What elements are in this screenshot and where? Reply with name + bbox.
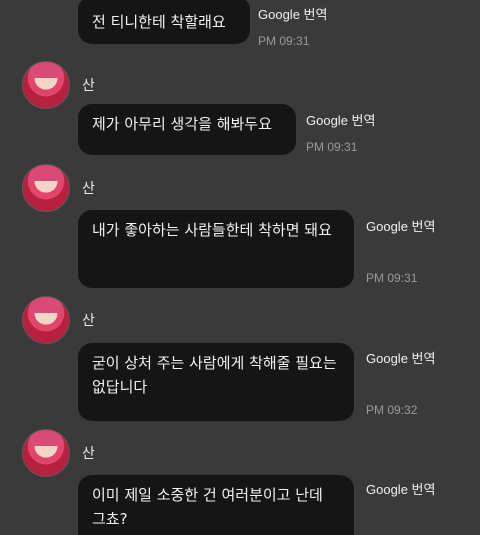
message-time: PM 09:31	[366, 271, 418, 285]
google-translate-link[interactable]: Google 번역	[366, 216, 435, 235]
sender-row: 산	[22, 429, 95, 477]
avatar[interactable]	[22, 429, 70, 477]
sender-name: 산	[82, 78, 95, 94]
message-text: 굳이 상처 주는 사람에게 착해줄 필요는 없답니다	[92, 354, 337, 396]
sender-row: 산	[22, 164, 95, 212]
avatar[interactable]	[22, 61, 70, 109]
message-text: 이미 제일 소중한 건 여러분이고 난데 그쵸?	[92, 486, 323, 528]
google-translate-link[interactable]: Google 번역	[306, 110, 375, 129]
translate-label: Google 번역	[306, 113, 376, 128]
message-bubble[interactable]: 내가 좋아하는 사람들한테 착하면 돼요	[78, 210, 354, 288]
message-time: PM 09:32	[366, 403, 418, 417]
translate-label: Google 번역	[366, 482, 436, 497]
sender-name: 산	[82, 446, 95, 462]
google-translate-link[interactable]: Google 번역	[258, 4, 327, 23]
google-translate-link[interactable]: Google 번역	[366, 348, 435, 367]
message-text: 제가 아무리 생각을 해봐두요	[92, 115, 272, 133]
sender-name: 산	[82, 313, 95, 329]
sender-name: 산	[82, 181, 95, 197]
message-text: 내가 좋아하는 사람들한테 착하면 돼요	[92, 221, 332, 239]
translate-label: Google 번역	[366, 351, 436, 366]
avatar[interactable]	[22, 164, 70, 212]
message-text: 전 티니한테 착할래요	[92, 13, 226, 31]
sender-row: 산	[22, 61, 95, 109]
message-bubble[interactable]: 전 티니한테 착할래요	[78, 0, 250, 44]
message-bubble[interactable]: 이미 제일 소중한 건 여러분이고 난데 그쵸?	[78, 475, 354, 535]
translate-label: Google 번역	[258, 7, 328, 22]
message-bubble[interactable]: 제가 아무리 생각을 해봐두요	[78, 104, 296, 155]
message-time: PM 09:31	[306, 140, 358, 154]
avatar[interactable]	[22, 296, 70, 344]
message-time: PM 09:31	[258, 34, 310, 48]
google-translate-link[interactable]: Google 번역	[366, 479, 435, 498]
translate-label: Google 번역	[366, 219, 436, 234]
chat-window: 전 티니한테 착할래요 Google 번역 PM 09:31 산 제가 아무리 …	[0, 0, 480, 535]
sender-row: 산	[22, 296, 95, 344]
message-bubble[interactable]: 굳이 상처 주는 사람에게 착해줄 필요는 없답니다	[78, 343, 354, 421]
